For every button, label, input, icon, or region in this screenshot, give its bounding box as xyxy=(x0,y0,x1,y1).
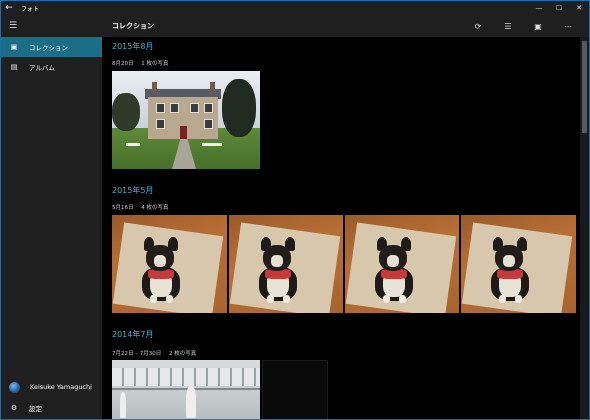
select-icon[interactable]: ☰ xyxy=(493,22,523,31)
content-header: コレクション ⟳ ☰ ▣ ⋯ xyxy=(102,15,589,37)
photo-count: 1 枚の写真 xyxy=(141,61,169,67)
date-row: 7月22日 – 7月30日 2 枚の写真 xyxy=(112,349,196,357)
sidebar-item-label: 設定 xyxy=(29,405,42,413)
sidebar-item-collection[interactable]: ▣ コレクション xyxy=(1,37,102,57)
close-button[interactable]: ✕ xyxy=(569,1,589,15)
refresh-icon[interactable]: ⟳ xyxy=(463,22,493,31)
sidebar: ☰ ▣ コレクション ▤ アルバム Keisuke Yamaguchi ⚙ 設定 xyxy=(1,15,102,419)
photo-thumbnail[interactable] xyxy=(112,215,227,313)
month-heading[interactable]: 2015年8月 xyxy=(112,41,153,52)
photo-thumbnail[interactable] xyxy=(345,215,459,313)
title-bar: ← フォト — ☐ ✕ xyxy=(1,1,589,15)
date-row: 5月16日 4 枚の写真 xyxy=(112,203,169,211)
slideshow-icon[interactable]: ▣ xyxy=(523,22,553,31)
sidebar-item-label: コレクション xyxy=(29,44,68,52)
header-toolbar: ⟳ ☰ ▣ ⋯ xyxy=(463,15,583,37)
date-label: 5月16日 xyxy=(112,205,134,211)
photo-thumbnail[interactable] xyxy=(229,215,343,313)
month-heading[interactable]: 2014年7月 xyxy=(112,329,153,340)
photo-count: 4 枚の写真 xyxy=(141,205,169,211)
collection-content: 2015年8月 8月20日 1 枚の写真 2015年5月 5月16日 4 枚の写… xyxy=(102,37,580,419)
photo-thumbnail[interactable] xyxy=(112,71,260,169)
user-name: Keisuke Yamaguchi xyxy=(30,383,92,391)
window-title: フォト xyxy=(21,5,40,13)
vertical-scrollbar[interactable] xyxy=(580,37,589,419)
photo-thumbnail[interactable] xyxy=(262,360,328,419)
more-icon[interactable]: ⋯ xyxy=(553,22,583,31)
gear-icon: ⚙ xyxy=(10,404,18,412)
photos-app-window: ← フォト — ☐ ✕ ☰ ▣ コレクション ▤ アルバム Keisuke Ya… xyxy=(0,0,590,420)
avatar xyxy=(9,381,20,393)
date-row: 8月20日 1 枚の写真 xyxy=(112,59,169,67)
back-arrow-icon[interactable]: ← xyxy=(1,3,17,13)
sidebar-item-label: アルバム xyxy=(29,64,55,72)
album-icon: ▤ xyxy=(10,63,18,71)
photo-thumbnail[interactable] xyxy=(112,360,260,419)
date-label: 7月22日 – 7月30日 xyxy=(112,351,162,357)
page-title: コレクション xyxy=(112,22,154,30)
minimize-button[interactable]: — xyxy=(529,1,549,15)
photo-count: 2 枚の写真 xyxy=(169,351,197,357)
photo-thumbnail[interactable] xyxy=(461,215,576,313)
sidebar-item-album[interactable]: ▤ アルバム xyxy=(1,57,102,77)
date-label: 8月20日 xyxy=(112,61,134,67)
maximize-button[interactable]: ☐ xyxy=(549,1,569,15)
hamburger-menu-icon[interactable]: ☰ xyxy=(9,21,17,31)
month-heading[interactable]: 2015年5月 xyxy=(112,185,153,196)
scrollbar-thumb[interactable] xyxy=(582,41,587,133)
sidebar-item-settings[interactable]: ⚙ 設定 xyxy=(1,398,102,418)
window-controls: — ☐ ✕ xyxy=(529,1,589,15)
user-account-item[interactable]: Keisuke Yamaguchi xyxy=(1,377,102,397)
collection-icon: ▣ xyxy=(10,43,18,51)
